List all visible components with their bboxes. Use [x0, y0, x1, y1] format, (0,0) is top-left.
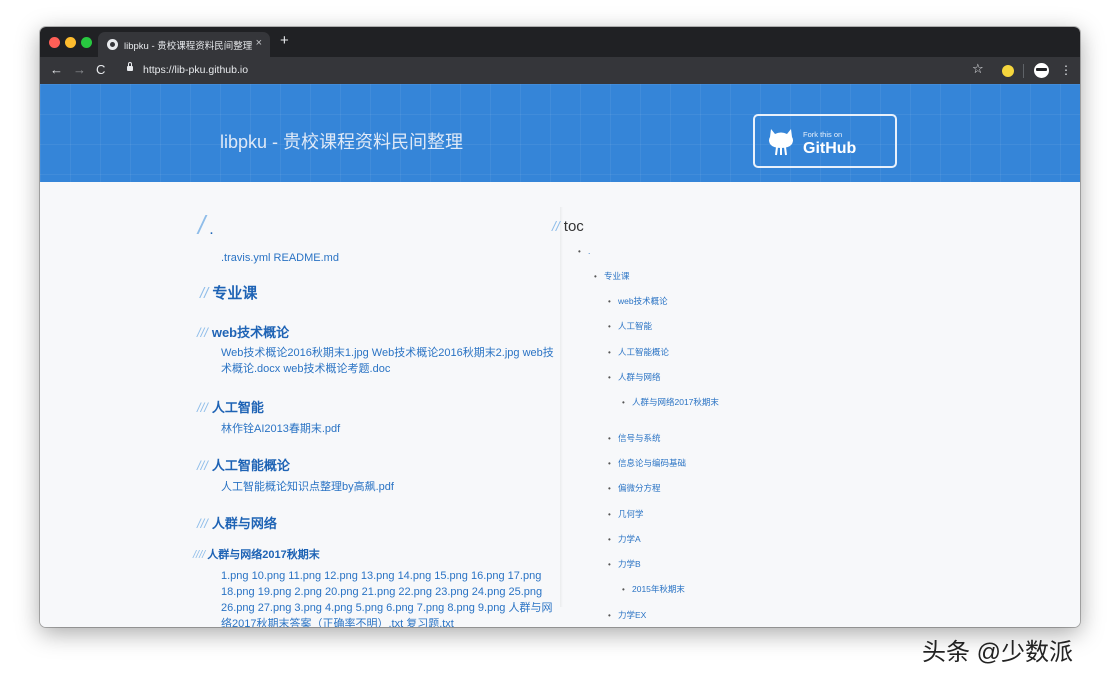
toc-item-geometry[interactable]: 几何学 — [608, 509, 643, 520]
readme-column: /. .travis.yml README.md //专业课 ///web技术概… — [190, 182, 560, 627]
browser-menu-icon[interactable]: ⋮ — [1060, 63, 1072, 77]
watermark: 头条 @少数派 — [922, 639, 1074, 666]
toc-item-info-theory[interactable]: 信息论与编码基础 — [608, 458, 686, 469]
heading-web: ///web技术概论 — [197, 325, 290, 340]
maximize-window-button[interactable] — [81, 37, 92, 48]
close-window-button[interactable] — [49, 37, 60, 48]
back-icon[interactable]: ← — [50, 62, 63, 77]
toc-item-mechanics-a[interactable]: 力学A — [608, 534, 641, 545]
ai-files[interactable]: 林作铨AI2013春期末.pdf — [221, 421, 340, 437]
toc-item-ai[interactable]: 人工智能 — [608, 321, 652, 332]
lock-icon[interactable] — [127, 62, 133, 71]
toc-item-pde[interactable]: 偏微分方程 — [608, 483, 660, 494]
ai-general-files[interactable]: 人工智能概论知识点整理by高飙.pdf — [221, 479, 394, 495]
close-tab-icon[interactable]: × — [256, 37, 262, 49]
tab-libpku[interactable]: libpku - 贵校课程资料民间整理 × — [98, 32, 270, 57]
root-heading: /. — [198, 210, 214, 240]
toc-heading: //toc — [552, 218, 584, 235]
root-files[interactable]: .travis.yml README.md — [221, 250, 339, 266]
reload-icon[interactable]: C — [96, 62, 105, 77]
heading-ai-general: ///人工智能概论 — [197, 458, 290, 473]
heading-ai: ///人工智能 — [197, 400, 264, 415]
browser-window: libpku - 贵校课程资料民间整理 × + ← → C https://li… — [40, 27, 1080, 627]
extension-icon[interactable] — [1002, 65, 1014, 77]
toc-item-ai-general[interactable]: 人工智能概论 — [608, 347, 669, 358]
network-2017-files[interactable]: 1.png 10.png 11.png 12.png 13.png 14.png… — [221, 568, 556, 627]
bookmark-star-icon[interactable]: ☆ — [972, 61, 984, 77]
browser-toolbar: ← → C https://lib-pku.github.io ☆ ⋮ — [40, 57, 1080, 84]
site-header: libpku - 贵校课程资料民间整理 Fork this on GitHub — [40, 84, 1080, 182]
heading-network: ///人群与网络 — [197, 516, 277, 531]
globe-icon — [107, 39, 118, 50]
toc-item-network-2017[interactable]: 人群与网络2017秋期末 — [622, 397, 722, 408]
octocat-icon — [769, 129, 793, 156]
toc-item-network[interactable]: 人群与网络 — [608, 372, 660, 383]
site-title: libpku - 贵校课程资料民间整理 — [220, 132, 464, 152]
forward-icon[interactable]: → — [73, 62, 86, 77]
toc-item-root[interactable]: . — [576, 246, 590, 257]
tab-title: libpku - 贵校课程资料民间整理 — [124, 41, 253, 52]
new-tab-button[interactable]: + — [280, 32, 289, 49]
page-content: /. .travis.yml README.md //专业课 ///web技术概… — [40, 182, 1080, 627]
fork-on-github-button[interactable]: Fork this on GitHub — [753, 114, 897, 168]
web-files[interactable]: Web技术概论2016秋期末1.jpg Web技术概论2016秋期末2.jpg … — [221, 345, 556, 377]
toc-item-2015-fall[interactable]: 2015年秋期末 — [622, 584, 685, 595]
minimize-window-button[interactable] — [65, 37, 76, 48]
address-bar[interactable]: https://lib-pku.github.io — [143, 64, 248, 76]
toc-item-signals[interactable]: 信号与系统 — [608, 433, 660, 444]
heading-major: //专业课 — [200, 285, 258, 302]
toc-item-major[interactable]: 专业课 — [594, 271, 629, 282]
toc-item-web[interactable]: web技术概论 — [608, 296, 668, 307]
github-label: GitHub — [803, 140, 857, 157]
toc-item-mechanics-b[interactable]: 力学B — [608, 559, 641, 570]
heading-network-2017: ////人群与网络2017秋期末 — [193, 549, 320, 561]
toc-item-mechanics-ex[interactable]: 力学EX — [608, 610, 646, 621]
fork-label-small: Fork this on — [803, 130, 843, 139]
profile-avatar-icon[interactable] — [1034, 63, 1049, 78]
toc-column: //toc . 专业课 web技术概论 人工智能 人工智能概论 人群与网络 人群… — [552, 182, 1072, 627]
tab-strip: libpku - 贵校课程资料民间整理 × + — [40, 27, 1080, 57]
toolbar-divider — [1023, 64, 1024, 78]
